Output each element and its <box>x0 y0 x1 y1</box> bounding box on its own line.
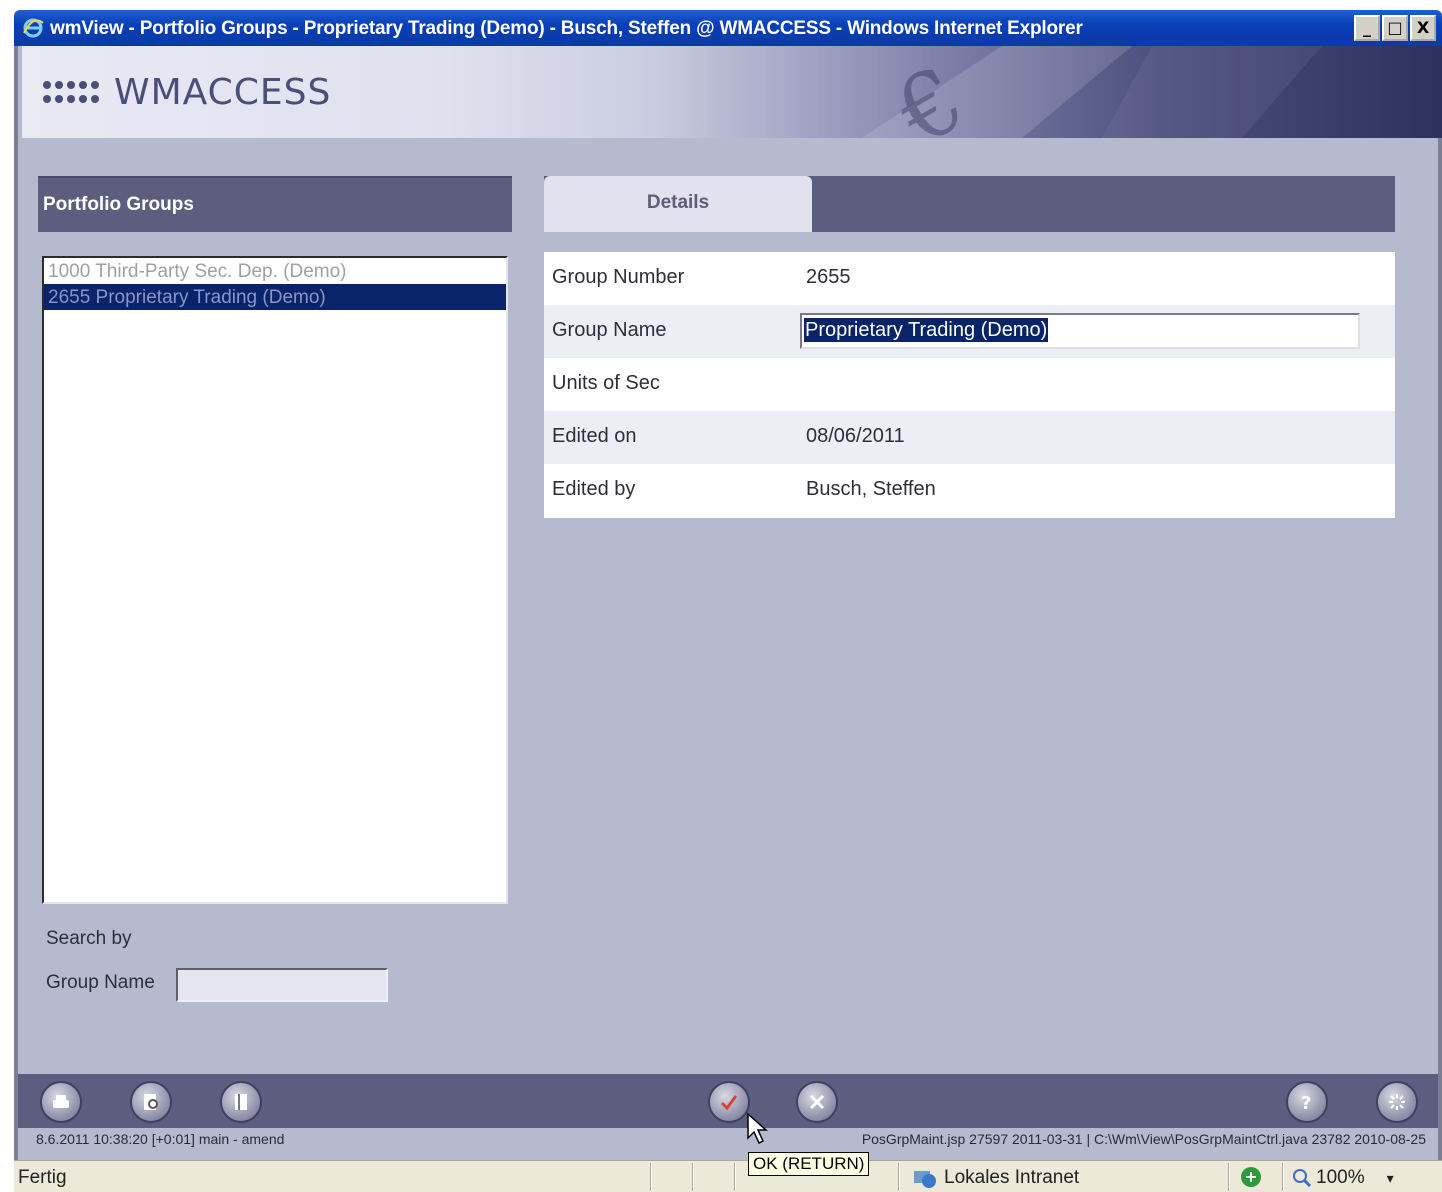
maximize-button[interactable]: □ <box>1382 15 1408 41</box>
ie-status-bar: Fertig Lokales Intranet 100% ▾ <box>14 1160 1442 1192</box>
details-form: Group Number 2655 Group Name Proprietary… <box>544 252 1395 518</box>
mouse-cursor-icon <box>747 1112 768 1145</box>
protected-mode-icon[interactable] <box>1238 1165 1264 1189</box>
field-label: Edited on <box>552 425 637 447</box>
print-icon <box>53 1095 69 1108</box>
group-name-search-label: Group Name <box>46 972 155 993</box>
settings-icon <box>1389 1094 1405 1110</box>
ok-button[interactable] <box>708 1081 750 1123</box>
field-label: Group Name <box>552 319 667 341</box>
preview-icon <box>144 1094 158 1110</box>
brand-logo: WMACCESS <box>114 72 332 113</box>
status-separator <box>898 1163 900 1191</box>
window-title-bar: wmView - Portfolio Groups - Proprietary … <box>14 10 1442 46</box>
header-banner: WMACCESS € <box>22 46 1442 138</box>
book-icon <box>235 1094 247 1110</box>
ie-window: wmView - Portfolio Groups - Proprietary … <box>0 0 1442 1192</box>
portfolio-groups-header: Portfolio Groups <box>38 176 512 232</box>
field-row-units-of-sec: Units of Sec <box>544 358 1395 411</box>
field-label: Units of Sec <box>552 372 660 394</box>
cancel-button[interactable] <box>796 1081 838 1123</box>
field-row-edited-by: Edited by Busch, Steffen <box>544 464 1395 517</box>
group-name-search-input[interactable] <box>176 968 388 1002</box>
status-separator <box>1228 1163 1230 1191</box>
status-separator <box>1282 1163 1284 1191</box>
zoom-icon <box>1293 1169 1312 1188</box>
status-separator <box>650 1163 652 1191</box>
portfolio-groups-list[interactable]: 1000 Third-Party Sec. Dep. (Demo) 2655 P… <box>42 256 508 904</box>
session-status: 8.6.2011 10:38:20 [+0:01] main - amend <box>36 1131 285 1147</box>
field-row-group-number: Group Number 2655 <box>544 252 1395 305</box>
ie-logo-icon <box>23 18 44 38</box>
group-name-value: Proprietary Trading (Demo) <box>804 318 1049 342</box>
print-button[interactable] <box>40 1081 82 1123</box>
app-status-line: 8.6.2011 10:38:20 [+0:01] main - amend P… <box>18 1128 1438 1154</box>
cancel-x-icon <box>809 1094 825 1110</box>
action-toolbar: ? <box>18 1074 1438 1128</box>
status-separator <box>734 1163 736 1191</box>
group-number-value: 2655 <box>806 266 851 288</box>
zoom-control[interactable]: 100% ▾ <box>1292 1167 1394 1189</box>
help-button[interactable]: ? <box>1286 1081 1328 1123</box>
logo-dots-icon <box>43 81 99 103</box>
source-info: PosGrpMaint.jsp 27597 2011-03-31 | C:\Wm… <box>861 1131 1426 1147</box>
help-icon: ? <box>1301 1093 1311 1113</box>
field-label: Group Number <box>552 266 685 288</box>
tab-details[interactable]: Details <box>544 176 812 232</box>
book-button[interactable] <box>220 1081 262 1123</box>
ok-tooltip: OK (RETURN) <box>748 1152 870 1176</box>
list-item[interactable]: 1000 Third-Party Sec. Dep. (Demo) <box>44 258 506 284</box>
svg-text:?: ? <box>1301 1093 1311 1113</box>
field-row-edited-on: Edited on 08/06/2011 <box>544 411 1395 464</box>
ie-status-text: Fertig <box>18 1167 67 1188</box>
preview-button[interactable] <box>130 1081 172 1123</box>
ok-check-icon <box>720 1095 738 1111</box>
edited-on-value: 08/06/2011 <box>806 425 905 447</box>
status-separator <box>692 1163 694 1191</box>
list-item-selected[interactable]: 2655 Proprietary Trading (Demo) <box>44 284 506 310</box>
minimize-button[interactable]: _ <box>1354 15 1380 41</box>
window-title: wmView - Portfolio Groups - Proprietary … <box>50 18 1083 39</box>
field-label: Edited by <box>552 478 636 500</box>
intranet-globe-icon <box>914 1171 936 1188</box>
window-controls: _ □ X <box>1354 15 1436 41</box>
security-zone[interactable]: Lokales Intranet <box>912 1167 1079 1189</box>
zoom-level: 100% <box>1316 1167 1365 1188</box>
field-row-group-name: Group Name Proprietary Trading (Demo) <box>544 305 1395 358</box>
group-name-input[interactable]: Proprietary Trading (Demo) <box>800 313 1360 349</box>
chevron-down-icon: ▾ <box>1386 1169 1394 1186</box>
edited-by-value: Busch, Steffen <box>806 478 936 500</box>
settings-button[interactable] <box>1376 1081 1418 1123</box>
search-by-label: Search by <box>46 928 132 949</box>
close-button[interactable]: X <box>1410 15 1436 41</box>
zone-label: Lokales Intranet <box>944 1167 1080 1188</box>
banner-decoration: € <box>862 46 1322 138</box>
